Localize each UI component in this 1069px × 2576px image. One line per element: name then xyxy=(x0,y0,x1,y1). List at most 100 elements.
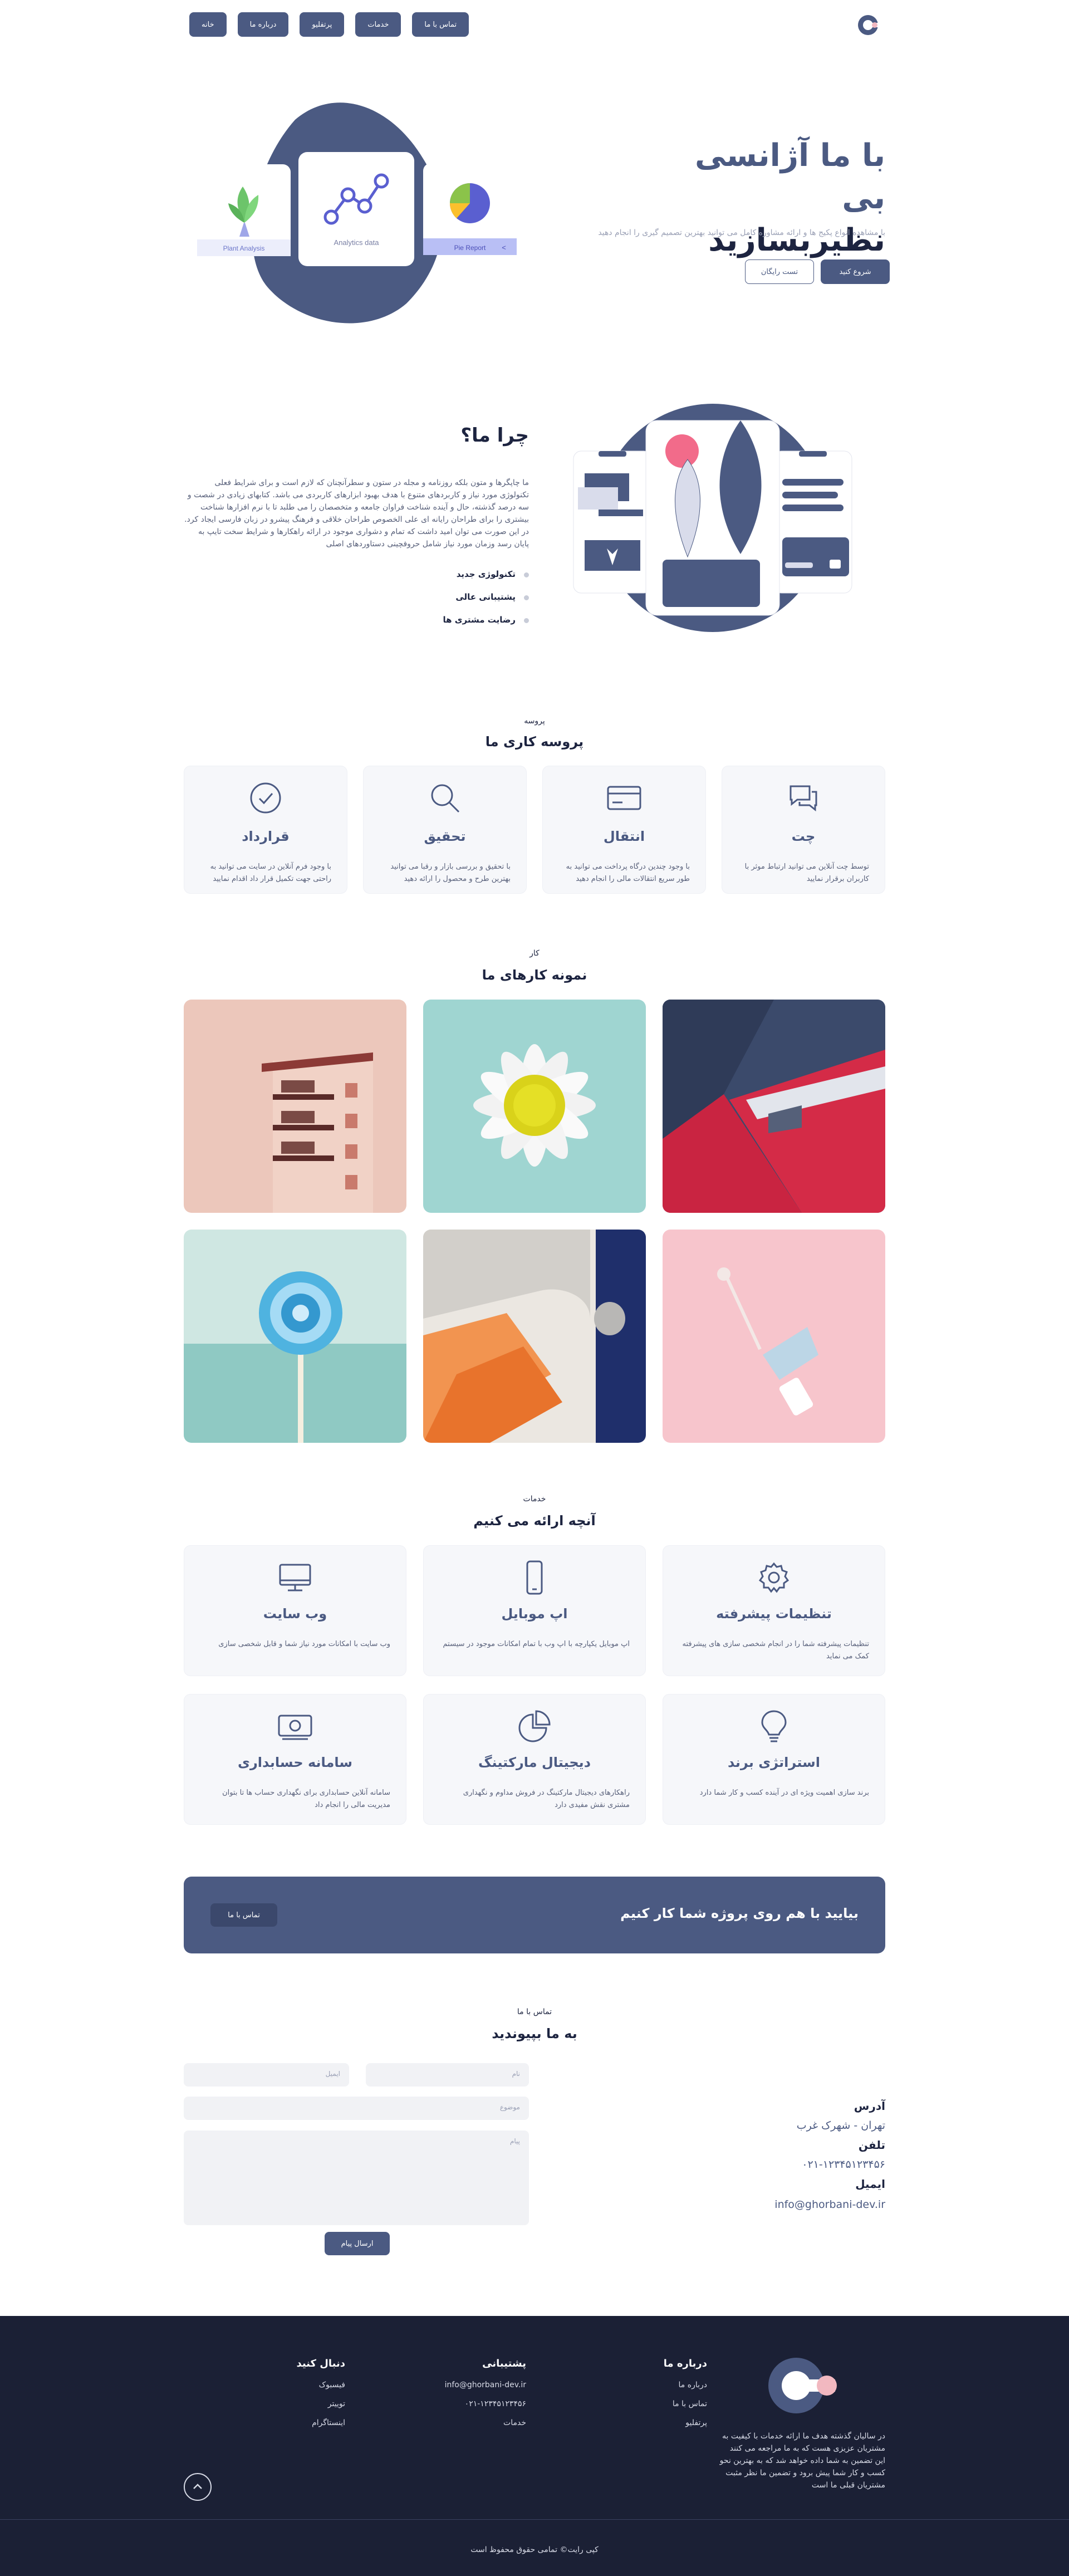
footer-divider xyxy=(0,2519,1069,2520)
hero-title-line-2: نظیربسازید xyxy=(708,222,885,258)
portfolio-item-abstract-shapes[interactable] xyxy=(423,1230,646,1443)
pie-report-card: Pie Report > xyxy=(423,163,517,255)
phone-value[interactable]: ۰۲۱-۱۲۳۴۵۱۲۳۴۵۶ xyxy=(690,2158,885,2171)
footer-link[interactable]: توییتر xyxy=(245,2399,345,2408)
send-message-button[interactable]: ارسال پیام xyxy=(325,2232,390,2255)
monitor-icon xyxy=(279,1564,311,1591)
email-value[interactable]: info@ghorbani-dev.ir xyxy=(690,2198,885,2211)
copyright-text: کپی رایت© تمامی حقوق محفوظ است xyxy=(470,2545,599,2554)
footer-col-follow: دنبال کنید فیسبوک توییتر اینستاگرام xyxy=(245,2358,345,2437)
search-icon xyxy=(431,784,460,813)
message-textarea[interactable]: پیام xyxy=(184,2131,529,2225)
process-card-title: قرارداد xyxy=(242,829,290,844)
nav-services[interactable]: خدمات xyxy=(355,12,401,37)
portfolio-item-pink-building[interactable] xyxy=(184,1000,406,1213)
why-feature-item: رضایت مشتری ها xyxy=(356,615,529,638)
services-subtitle: خدمات xyxy=(523,1495,546,1504)
process-title: پروسه کاری ما xyxy=(485,734,584,750)
portfolio-item-red-architecture[interactable] xyxy=(663,1000,885,1213)
contact-title: به ما بپیوندید xyxy=(492,2026,577,2041)
nav-home[interactable]: خانه xyxy=(189,12,227,37)
why-illustration xyxy=(573,404,852,632)
footer-link[interactable]: درباره ما xyxy=(607,2381,707,2389)
free-trial-button[interactable]: تست رایگان xyxy=(745,259,814,284)
footer-link[interactable]: ۰۲۱-۱۲۳۴۵۱۲۳۴۵۶ xyxy=(418,2399,526,2408)
process-card-title: چت xyxy=(791,829,816,844)
subject-field[interactable]: موضوع xyxy=(184,2097,529,2120)
address-value: تهران - شهرک غرب xyxy=(796,2119,885,2132)
nav-portfolio[interactable]: پرتفلیو xyxy=(300,12,345,37)
logo-icon[interactable] xyxy=(856,13,880,37)
service-card-accounting: سامانه حسابداری سامانه آنلاین حسابداری ب… xyxy=(184,1694,406,1825)
footer-col-title: دنبال کنید xyxy=(296,2358,345,2369)
footer-link[interactable]: فیسبوک xyxy=(245,2381,345,2389)
scroll-to-top-button[interactable] xyxy=(184,2473,212,2501)
why-title: چرا ما؟ xyxy=(460,424,529,447)
footer-col-support: پشتیبانی info@ghorbani-dev.ir ۰۲۱-۱۲۳۴۵۱… xyxy=(418,2358,526,2437)
portfolio-title: نمونه کارهای ما xyxy=(482,967,587,983)
cta-contact-button[interactable]: تماس با ما xyxy=(210,1903,277,1927)
footer-link[interactable]: تماس با ما xyxy=(607,2399,707,2408)
email-field[interactable]: ایمیل xyxy=(184,2063,349,2087)
analytics-card-label: Analytics data xyxy=(334,238,380,247)
service-card-text: تنظیمات پیشرفته شما را در انجام شخصی ساز… xyxy=(682,1640,869,1661)
footer-link[interactable]: اینستاگرام xyxy=(245,2418,345,2427)
name-field[interactable]: نام xyxy=(366,2063,529,2087)
chat-icon xyxy=(790,785,817,812)
lightbulb-icon xyxy=(761,1710,787,1742)
portfolio-grid xyxy=(184,1000,885,1443)
footer-link[interactable]: خدمات xyxy=(418,2418,526,2427)
footer-link[interactable]: پرتفلیو xyxy=(607,2418,707,2427)
services-grid: تنظیمات پیشرفته تنظیمات پیشرفته شما را د… xyxy=(184,1545,885,1825)
cta-text: بیایید با هم روی پروژه شما کار کنیم xyxy=(620,1906,859,1921)
gear-icon xyxy=(758,1562,790,1593)
footer-col-title: پشتیبانی xyxy=(482,2358,526,2369)
portfolio-item-nail-polish[interactable] xyxy=(663,1230,885,1443)
why-feature-item: تکنولوژی جدید xyxy=(356,569,529,592)
footer-logo-icon[interactable] xyxy=(768,2355,841,2416)
nav-about[interactable]: درباره ما xyxy=(237,12,289,37)
portfolio-item-daisy-flower[interactable] xyxy=(423,1000,646,1213)
service-card-title: دیجیتال مارکتینگ xyxy=(478,1755,591,1770)
cash-icon xyxy=(278,1715,312,1740)
service-card-title: تنظیمات پیشرفته xyxy=(716,1606,832,1622)
cta-banner: بیایید با هم روی پروژه شما کار کنیم تماس… xyxy=(184,1877,885,1953)
footer-about-text: در سالیان گذشته هدف ما ارائه خدمات با کی… xyxy=(719,2432,885,2490)
service-card-mobile-app: اپ موبایل اپ موبایل یکپارچه با اپ وب با … xyxy=(423,1545,646,1676)
contact-subtitle: تماس با ما xyxy=(517,2007,552,2016)
nav-contact[interactable]: تماس با ما xyxy=(412,12,469,37)
service-card-title: اپ موبایل xyxy=(501,1606,568,1622)
footer-link[interactable]: info@ghorbani-dev.ir xyxy=(418,2381,526,2389)
service-card-text: برند سازی اهمیت ویژه ای در آینده کسب و ک… xyxy=(699,1789,869,1797)
chevron-up-icon xyxy=(193,2484,202,2489)
why-feature-item: پشتیبانی عالی xyxy=(356,592,529,615)
service-card-title: سامانه حسابداری xyxy=(237,1755,353,1770)
site-header: تماس با ما خدمات پرتفلیو درباره ما خانه xyxy=(0,0,1069,50)
process-card-text: با تحقیق و بررسی بازار و رقبا می توانید … xyxy=(390,863,511,883)
pie-chart-icon xyxy=(518,1710,551,1742)
process-card-chat: چت توسط چت آنلاین می توانید ارتباط موثر … xyxy=(722,766,885,894)
analytics-card: Analytics data xyxy=(298,152,414,266)
service-card-text: اپ موبایل یکپارچه با اپ وب با تمام امکان… xyxy=(443,1640,630,1648)
start-button[interactable]: شروع کنید xyxy=(821,259,890,284)
portfolio-subtitle: کار xyxy=(529,949,540,958)
phone-label: تلفن xyxy=(858,2138,885,2152)
portfolio-item-lollipop[interactable] xyxy=(184,1230,406,1443)
service-card-title: استراتژی برند xyxy=(728,1755,820,1770)
service-card-title: وب سایت xyxy=(263,1606,327,1622)
pie-card-arrow[interactable]: > xyxy=(502,243,506,252)
why-features-list: تکنولوژی جدید پشتیبانی عالی رضایت مشتری … xyxy=(356,569,529,638)
process-card-title: انتقال xyxy=(603,829,645,844)
footer-col-about: درباره ما درباره ما تماس با ما پرتفلیو xyxy=(607,2358,707,2437)
mobile-icon xyxy=(526,1560,543,1595)
main-nav: تماس با ما خدمات پرتفلیو درباره ما خانه xyxy=(189,12,469,37)
service-card-text: وب سایت با امکانات مورد نیاز شما و قابل … xyxy=(218,1640,390,1648)
footer-col-title: درباره ما xyxy=(663,2358,707,2369)
service-card-digital-marketing: دیجیتال مارکتینگ راهکارهای دیجیتال مارکت… xyxy=(423,1694,646,1825)
process-card-text: با وجود چندین درگاه پرداخت می توانید به … xyxy=(566,863,690,883)
plant-card-label: Plant Analysis xyxy=(223,244,265,252)
service-card-text: سامانه آنلاین حسابداری برای نگهداری حساب… xyxy=(222,1789,390,1809)
address-label: آدرس xyxy=(854,2099,885,2113)
why-paragraph: ما چاپگرها و متون بلکه روزنامه و مجله در… xyxy=(184,478,529,548)
process-card-title: تحقیق xyxy=(424,829,466,844)
